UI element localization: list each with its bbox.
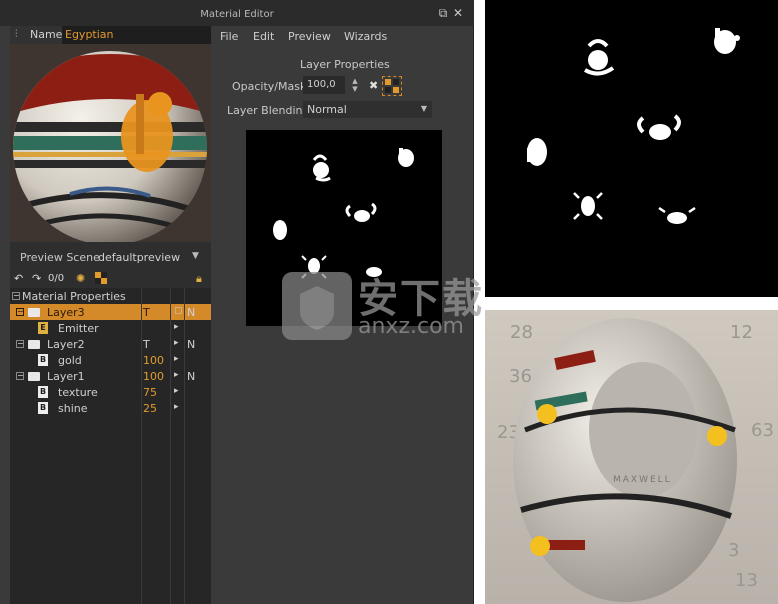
tree-row-texture[interactable]: B texture 75 ▸: [10, 384, 211, 400]
pin-icon[interactable]: ⫶: [15, 29, 23, 41]
layer-toggle[interactable]: ▸: [174, 322, 179, 332]
layer-blending-select[interactable]: Normal ▼: [303, 101, 432, 118]
folder-icon: [28, 340, 40, 349]
folder-icon: [28, 308, 40, 317]
preview-scene-label: Preview Scene: [20, 251, 100, 264]
watermark-url: anxz.com: [358, 314, 464, 339]
layer-name: Layer1: [47, 370, 85, 383]
layer-toggle[interactable]: ▸: [174, 370, 179, 380]
tree-root-label: Material Properties: [22, 290, 126, 303]
brdf-icon: B: [38, 386, 48, 398]
layer-value[interactable]: T: [143, 338, 150, 351]
tree-row-gold[interactable]: B gold 100 ▸: [10, 352, 211, 368]
chevron-down-icon: ▼: [420, 104, 427, 113]
layer-blending-label: Layer Blending: [227, 104, 310, 117]
collapse-icon[interactable]: −: [16, 340, 24, 348]
left-panel: ⫶ Name Egyptian Preview Scene defaultpre…: [10, 26, 211, 604]
layer-toggle[interactable]: ▸: [174, 386, 179, 396]
menu-edit[interactable]: Edit: [253, 30, 274, 43]
watermark-shield-icon: [282, 272, 352, 340]
brdf-icon: B: [38, 354, 48, 366]
menu-bar: File Edit Preview Wizards: [211, 26, 474, 46]
render-brand-text: MAXWELL: [613, 475, 672, 485]
layer-value[interactable]: 75: [143, 386, 157, 399]
opacity-label: Opacity/Mask: [232, 80, 307, 93]
layer-name: Layer3: [47, 306, 85, 319]
opacity-input[interactable]: 100,0: [303, 76, 345, 94]
name-label: Name: [30, 28, 63, 41]
tool-row: ↶ ↷ 0/0 ✺ 🔒︎: [10, 270, 211, 288]
texture-image-panel: [485, 0, 778, 297]
undo-counter: 0/0: [48, 273, 65, 284]
layer-flag[interactable]: N: [187, 338, 195, 351]
tree-row-emitter[interactable]: E Emitter ▸: [10, 320, 211, 336]
brdf-icon: B: [38, 402, 48, 414]
layer-value[interactable]: 100: [143, 370, 164, 383]
collapse-icon[interactable]: −: [12, 292, 20, 300]
rendered-object-image: MAXWELL: [513, 318, 737, 602]
layer-name: Layer2: [47, 338, 85, 351]
folder-icon: [28, 372, 40, 381]
layer-value[interactable]: T: [143, 306, 150, 319]
layer-value[interactable]: 25: [143, 402, 157, 415]
checker-icon[interactable]: [95, 272, 107, 287]
undo-icon[interactable]: ↶: [14, 272, 23, 285]
render-image-panel: 28 12 36 63 23 3 13 MAXWELL: [485, 310, 778, 604]
layer-flag[interactable]: N: [187, 370, 195, 383]
watermark: 安下载 anxz.com: [282, 264, 494, 344]
tree-row-layer1[interactable]: − Layer1 100 ▸ N: [10, 368, 211, 384]
redo-icon[interactable]: ↷: [32, 272, 41, 285]
preview-sphere-image: [10, 44, 211, 242]
collapse-icon[interactable]: −: [16, 372, 24, 380]
clear-mask-icon[interactable]: ✖: [369, 79, 378, 92]
menu-file[interactable]: File: [220, 30, 238, 43]
name-field[interactable]: Egyptian: [62, 26, 211, 44]
material-preview[interactable]: [10, 44, 211, 242]
material-tree: − Material Properties − Layer3 T ▢ N E E…: [10, 288, 211, 604]
tree-root[interactable]: − Material Properties: [10, 288, 211, 304]
close-icon[interactable]: ✕: [452, 7, 464, 19]
title-bar: Material Editor ⧉ ✕: [0, 0, 474, 26]
column-divider: [141, 288, 142, 604]
layer-toggle[interactable]: ▸: [174, 402, 179, 412]
preview-scene-bar: Preview Scene defaultpreview ▼: [10, 248, 211, 266]
lock-icon[interactable]: 🔒︎: [196, 272, 202, 286]
layer-toggle[interactable]: ▸: [174, 354, 179, 364]
layer-name: Emitter: [58, 322, 99, 335]
menu-preview[interactable]: Preview: [288, 30, 331, 43]
layer-toggle[interactable]: ▸: [174, 338, 179, 348]
layer-value[interactable]: 100: [143, 354, 164, 367]
opacity-spinner[interactable]: ▲ ▼: [350, 77, 360, 93]
collapse-icon[interactable]: −: [16, 308, 24, 316]
preview-scene-select[interactable]: defaultpreview: [98, 251, 180, 264]
window-title: Material Editor: [200, 9, 274, 20]
column-divider: [170, 288, 171, 604]
name-bar: ⫶ Name Egyptian: [10, 26, 211, 44]
layer-name: texture: [58, 386, 98, 399]
restore-icon[interactable]: ⧉: [437, 7, 449, 19]
hieroglyph-texture-large-image: [527, 28, 740, 224]
menu-wizards[interactable]: Wizards: [344, 30, 387, 43]
layer-blending-value: Normal: [307, 103, 347, 116]
layer-name: gold: [58, 354, 82, 367]
chevron-down-icon[interactable]: ▼: [192, 251, 199, 261]
tree-row-layer2[interactable]: − Layer2 T ▸ N: [10, 336, 211, 352]
tree-row-shine[interactable]: B shine 25 ▸: [10, 400, 211, 416]
layer-properties-title: Layer Properties: [300, 58, 390, 71]
bulb-icon[interactable]: ✺: [76, 272, 85, 285]
layer-toggle[interactable]: ▢: [174, 306, 183, 316]
layer-name: shine: [58, 402, 88, 415]
mask-texture-icon[interactable]: [382, 76, 402, 96]
column-divider: [184, 288, 185, 604]
layer-flag[interactable]: N: [187, 306, 195, 319]
tree-row-layer3[interactable]: − Layer3 T ▢ N: [10, 304, 211, 320]
emitter-icon: E: [38, 322, 48, 334]
